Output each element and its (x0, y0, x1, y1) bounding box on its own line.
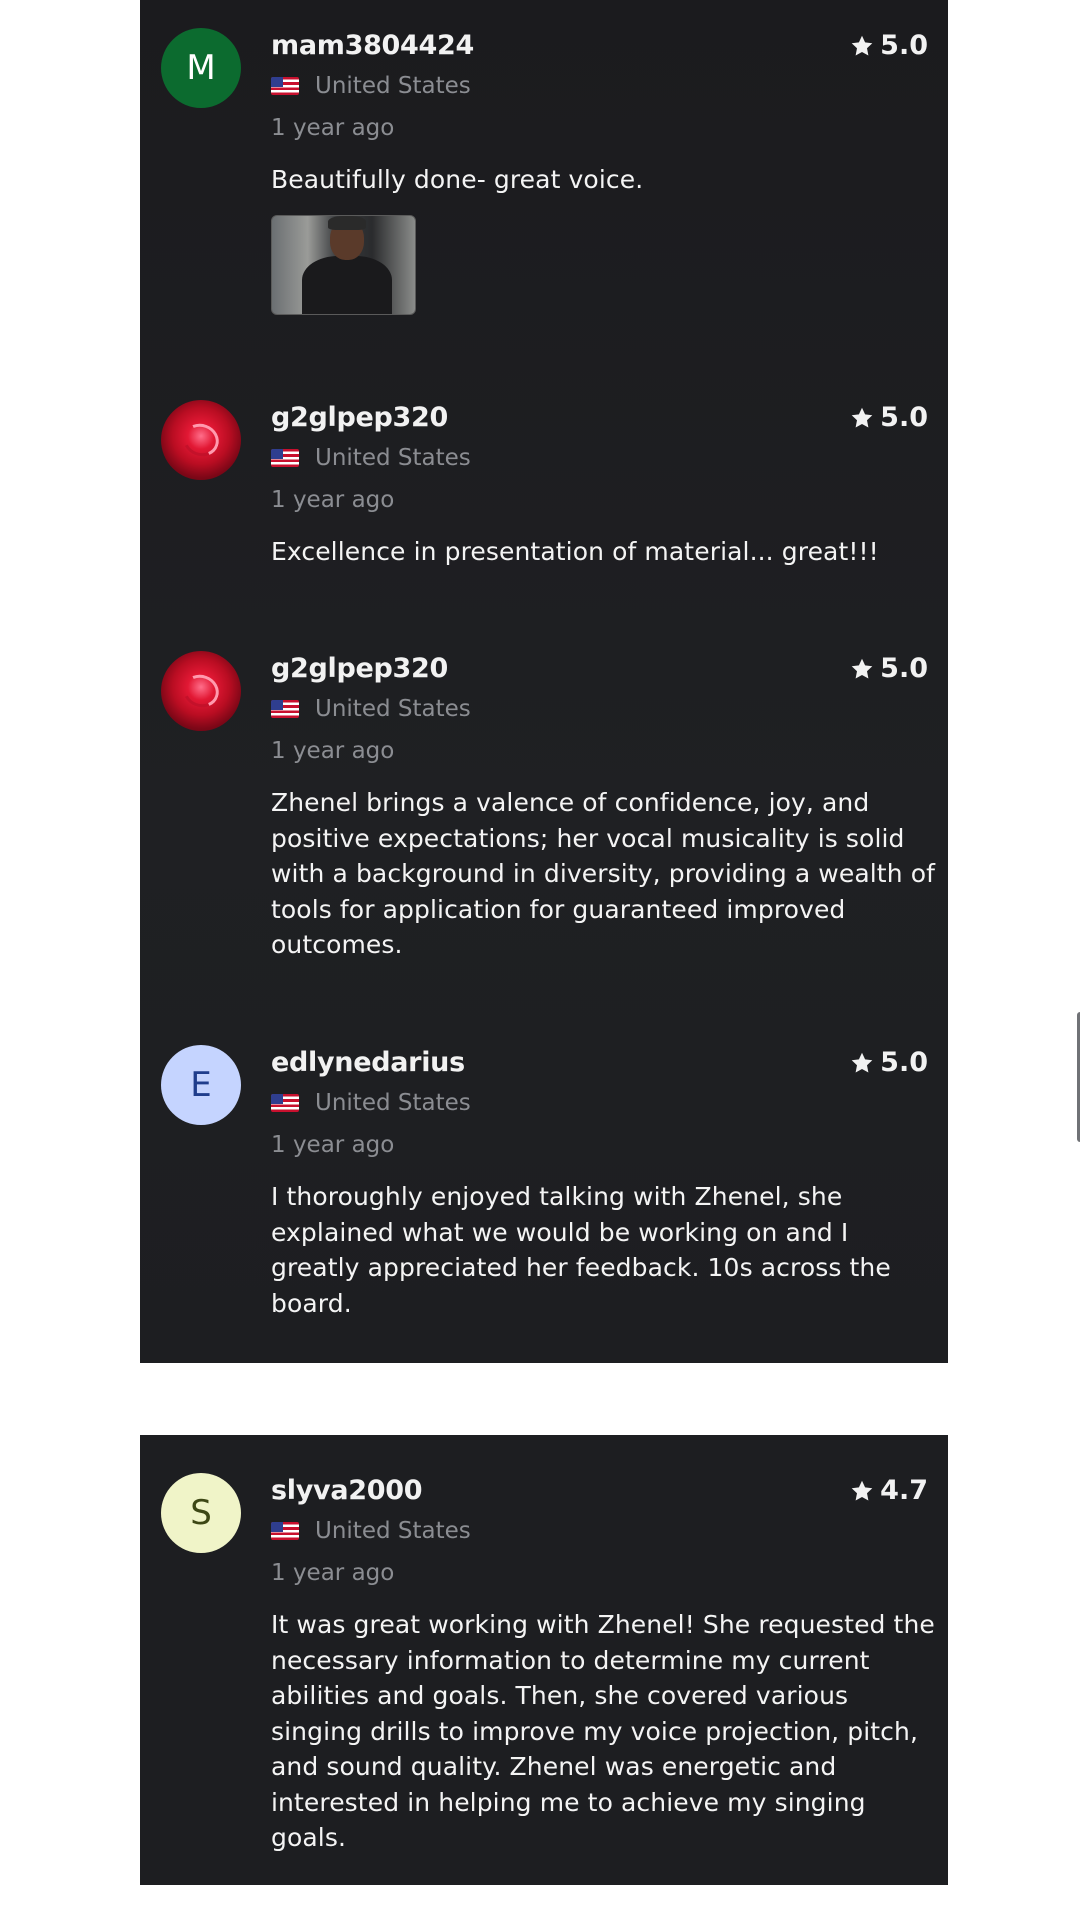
review-username[interactable]: edlynedarius (271, 1045, 465, 1081)
review-video-thumbnail[interactable] (271, 215, 416, 315)
review-text: It was great working with Zhenel! She re… (271, 1610, 935, 1852)
review-country: United States (271, 1515, 471, 1547)
review-time: 1 year ago (271, 738, 395, 764)
country-name: United States (315, 1090, 471, 1116)
review-time: 1 year ago (271, 487, 395, 513)
star-icon (851, 1052, 873, 1073)
rating-value: 4.7 (880, 1475, 928, 1506)
country-name: United States (315, 696, 471, 722)
review-text: Beautifully done- great voice. (271, 165, 644, 194)
review-rating: 4.7 (850, 1473, 928, 1509)
thumbnail-person-hair (328, 216, 366, 230)
review-text: Zhenel brings a valence of confidence, j… (271, 788, 935, 959)
rose-image (178, 669, 224, 713)
avatar[interactable]: M (161, 28, 241, 108)
star-icon (851, 658, 873, 679)
review-time: 1 year ago (271, 1560, 395, 1586)
review-country: United States (271, 442, 471, 474)
review-country: United States (271, 1087, 471, 1119)
review-rating: 5.0 (850, 651, 928, 687)
review-text: Excellence in presentation of material..… (271, 537, 879, 566)
us-flag-icon (271, 1522, 299, 1540)
avatar[interactable]: E (161, 1045, 241, 1125)
reviews-panel: S slyva2000 4.7 United States 1 year ago… (140, 1435, 948, 1885)
rating-value: 5.0 (880, 30, 928, 61)
review-time: 1 year ago (271, 115, 395, 141)
country-name: United States (315, 1518, 471, 1544)
review-text: I thoroughly enjoyed talking with Zhenel… (271, 1182, 891, 1318)
star-icon (851, 407, 873, 428)
review-username[interactable]: slyva2000 (271, 1473, 423, 1509)
rating-value: 5.0 (880, 1047, 928, 1078)
us-flag-icon (271, 77, 299, 95)
review-username[interactable]: g2glpep320 (271, 651, 448, 687)
country-name: United States (315, 445, 471, 471)
avatar[interactable] (161, 651, 241, 731)
review-rating: 5.0 (850, 400, 928, 436)
rating-value: 5.0 (880, 402, 928, 433)
review-country: United States (271, 70, 471, 102)
avatar[interactable]: S (161, 1473, 241, 1553)
us-flag-icon (271, 1094, 299, 1112)
review-rating: 5.0 (850, 1045, 928, 1081)
star-icon (851, 1480, 873, 1501)
us-flag-icon (271, 700, 299, 718)
review-username[interactable]: mam3804424 (271, 28, 474, 64)
us-flag-icon (271, 449, 299, 467)
star-icon (851, 35, 873, 56)
review-time: 1 year ago (271, 1132, 395, 1158)
rose-image (178, 418, 224, 462)
reviews-panel: M mam3804424 5.0 United States 1 year ag… (140, 0, 1080, 1363)
country-name: United States (315, 73, 471, 99)
review-rating: 5.0 (850, 28, 928, 64)
review-username[interactable]: g2glpep320 (271, 400, 448, 436)
thumbnail-person-body (302, 256, 392, 314)
rating-value: 5.0 (880, 653, 928, 684)
avatar[interactable] (161, 400, 241, 480)
review-country: United States (271, 693, 471, 725)
